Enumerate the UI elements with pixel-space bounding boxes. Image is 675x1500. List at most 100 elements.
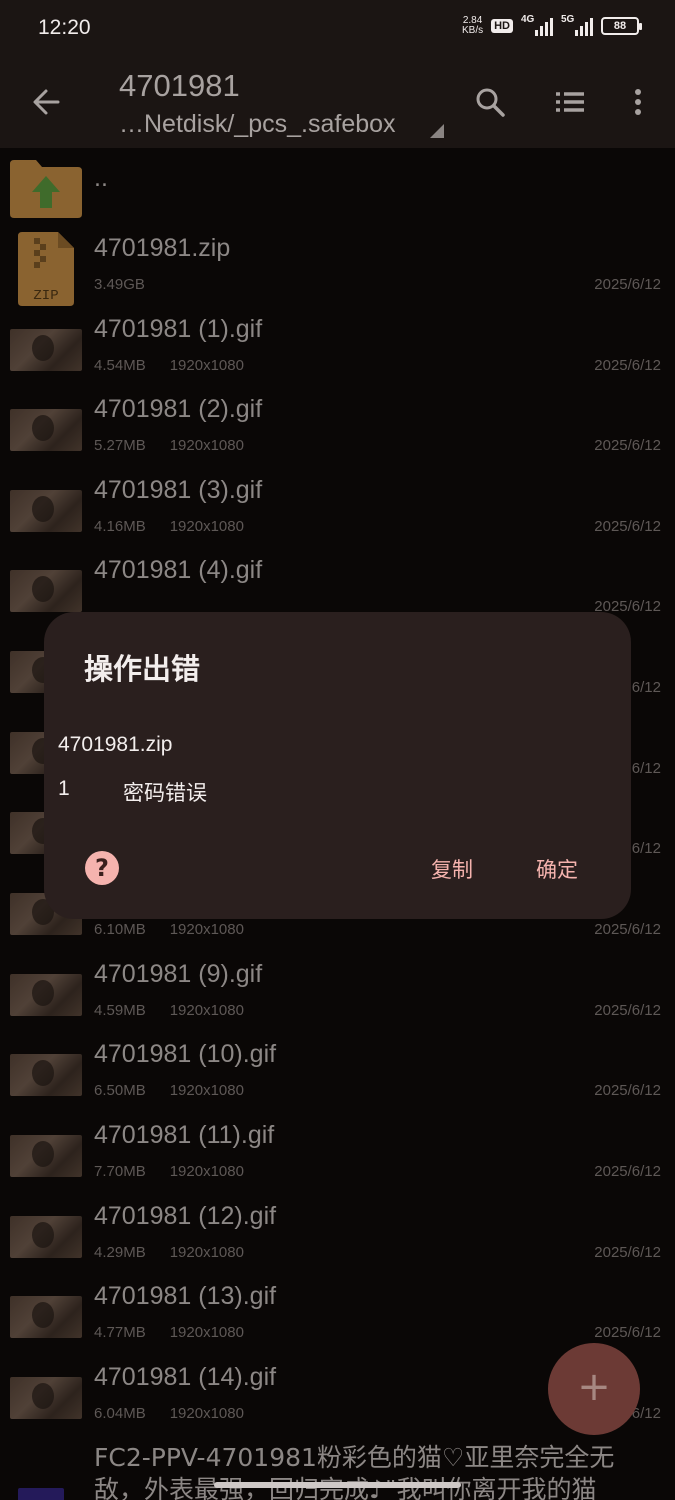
gif-thumbnail [10, 490, 82, 532]
gif-thumbnail [10, 1135, 82, 1177]
list-item[interactable]: ZIP 4701981.zip 3.49GB 2025/6/12 [0, 230, 675, 310]
list-item[interactable]: 4701981 (12).gif 4.29MB 1920x1080 2025/6/… [0, 1198, 675, 1278]
file-name: 4701981 (1).gif [94, 315, 263, 343]
help-icon[interactable]: ? [85, 851, 119, 885]
file-date: 6/12 [631, 760, 661, 777]
gif-thumbnail [10, 409, 82, 451]
file-date: 2025/6/12 [594, 437, 661, 454]
file-size: 4.29MB [94, 1244, 146, 1261]
file-dimensions: 1920x1080 [169, 357, 244, 374]
more-vertical-icon[interactable] [620, 84, 656, 120]
file-size: 6.50MB [94, 1082, 146, 1099]
file-date: 2025/6/12 [594, 276, 661, 293]
file-date: 2025/6/12 [594, 1244, 661, 1261]
file-size: 4.59MB [94, 1002, 146, 1019]
file-name: 4701981 (4).gif [94, 556, 263, 584]
file-date: 6/12 [631, 840, 661, 857]
file-date: 2025/6/12 [594, 1082, 661, 1099]
error-code: 1 [58, 777, 70, 800]
zip-file-icon: ZIP [18, 232, 74, 306]
current-path[interactable]: …Netdisk/_pcs_.safebox [119, 110, 396, 139]
file-size: 4.77MB [94, 1324, 146, 1341]
file-meta: 4.59MB 1920x1080 [94, 1002, 244, 1019]
network-speed: 2.84 KB/s [462, 16, 483, 36]
list-item[interactable]: 4701981 (11).gif 7.70MB 1920x1080 2025/6/… [0, 1117, 675, 1197]
gif-thumbnail [10, 1054, 82, 1096]
file-name: 4701981 (2).gif [94, 395, 263, 423]
back-arrow-icon[interactable] [28, 84, 64, 120]
video-file-icon [18, 1488, 64, 1500]
file-size: 4.16MB [94, 518, 146, 535]
file-dimensions: 1920x1080 [169, 1405, 244, 1422]
file-meta: 4.77MB 1920x1080 [94, 1324, 244, 1341]
file-date: 2025/6/12 [594, 518, 661, 535]
file-date: 2025/6/12 [594, 357, 661, 374]
file-name: .. [94, 164, 108, 192]
file-name: 4701981.zip [94, 234, 231, 262]
dialog-title: 操作出错 [84, 652, 201, 686]
file-name: 4701981 (13).gif [94, 1282, 277, 1310]
file-size: 6.04MB [94, 1405, 146, 1422]
network-speed-unit: KB/s [461, 25, 484, 36]
sim2-network-label: 5G [561, 14, 575, 25]
file-size: 4.54MB [94, 357, 146, 374]
gif-thumbnail [10, 1377, 82, 1419]
copy-button[interactable]: 复制 [431, 854, 473, 884]
list-item[interactable]: 4701981 (10).gif 6.50MB 1920x1080 2025/6/… [0, 1036, 675, 1116]
file-size: 3.49GB [94, 276, 145, 293]
hd-voice-icon: HD [491, 19, 513, 33]
svg-text:ZIP: ZIP [33, 288, 58, 304]
add-button[interactable]: + [548, 1343, 640, 1435]
file-dimensions: 1920x1080 [169, 518, 244, 535]
error-file-name: 4701981.zip [58, 733, 173, 756]
path-dropdown-icon[interactable] [430, 124, 444, 138]
sim1-network-label: 4G [521, 14, 535, 25]
file-meta: 7.70MB 1920x1080 [94, 1163, 244, 1180]
list-item[interactable]: 4701981 (2).gif 5.27MB 1920x1080 2025/6/1… [0, 391, 675, 471]
file-name: 4701981 (12).gif [94, 1202, 277, 1230]
file-meta: 5.27MB 1920x1080 [94, 437, 244, 454]
file-dimensions: 1920x1080 [169, 437, 244, 454]
file-meta: 6.50MB 1920x1080 [94, 1082, 244, 1099]
battery-icon: 88 [601, 17, 642, 35]
sim2-signal-icon: 5G [561, 14, 593, 36]
file-date: 2025/6/12 [594, 1002, 661, 1019]
list-item[interactable]: 4701981 (1).gif 4.54MB 1920x1080 2025/6/1… [0, 311, 675, 391]
file-meta: 6.04MB 1920x1080 [94, 1405, 244, 1422]
gesture-navigation-bar[interactable] [214, 1482, 461, 1488]
file-size: 6.10MB [94, 921, 146, 938]
gif-thumbnail [10, 329, 82, 371]
app-bar: 4701981 …Netdisk/_pcs_.safebox [0, 60, 675, 148]
status-bar: 12:20 2.84 KB/s HD 4G 5G 88 [0, 0, 675, 60]
search-icon[interactable] [472, 84, 508, 120]
file-date: 2025/6/12 [594, 921, 661, 938]
gif-thumbnail [10, 1296, 82, 1338]
list-view-icon[interactable] [552, 84, 588, 120]
file-name: 4701981 (9).gif [94, 960, 263, 988]
file-date: 6/12 [631, 679, 661, 696]
page-title: 4701981 [119, 68, 240, 103]
list-item[interactable]: 4701981 (3).gif 4.16MB 1920x1080 2025/6/1… [0, 472, 675, 552]
file-size: 5.27MB [94, 437, 146, 454]
gif-thumbnail [10, 974, 82, 1016]
file-dimensions: 1920x1080 [169, 1002, 244, 1019]
file-date: 2025/6/12 [594, 1324, 661, 1341]
list-item-parent-folder[interactable]: .. [0, 150, 675, 230]
file-dimensions: 1920x1080 [169, 1244, 244, 1261]
file-dimensions: 1920x1080 [169, 1163, 244, 1180]
list-item-long-name[interactable]: FC2-PPV-4701981粉彩色的猫♡亚里奈完全无 敌，外表最强，回归完成♪… [94, 1442, 664, 1500]
status-indicators: 2.84 KB/s HD 4G 5G 88 [462, 14, 642, 36]
file-meta: 4.29MB 1920x1080 [94, 1244, 244, 1261]
file-meta: 4.54MB 1920x1080 [94, 357, 244, 374]
file-name: 4701981 (11).gif [94, 1121, 275, 1149]
file-meta: 4.16MB 1920x1080 [94, 518, 244, 535]
folder-up-icon [10, 160, 82, 218]
file-dimensions: 1920x1080 [169, 1324, 244, 1341]
list-item[interactable]: 4701981 (9).gif 4.59MB 1920x1080 2025/6/1… [0, 956, 675, 1036]
file-name-line-1: FC2-PPV-4701981粉彩色的猫♡亚里奈完全无 [94, 1443, 615, 1472]
ok-button[interactable]: 确定 [536, 854, 578, 884]
file-dimensions: 1920x1080 [169, 921, 244, 938]
file-meta: 6.10MB 1920x1080 [94, 921, 244, 938]
file-name: 4701981 (3).gif [94, 476, 263, 504]
error-dialog: 操作出错 4701981.zip 1 密码错误 ? 复制 确定 [44, 612, 631, 919]
